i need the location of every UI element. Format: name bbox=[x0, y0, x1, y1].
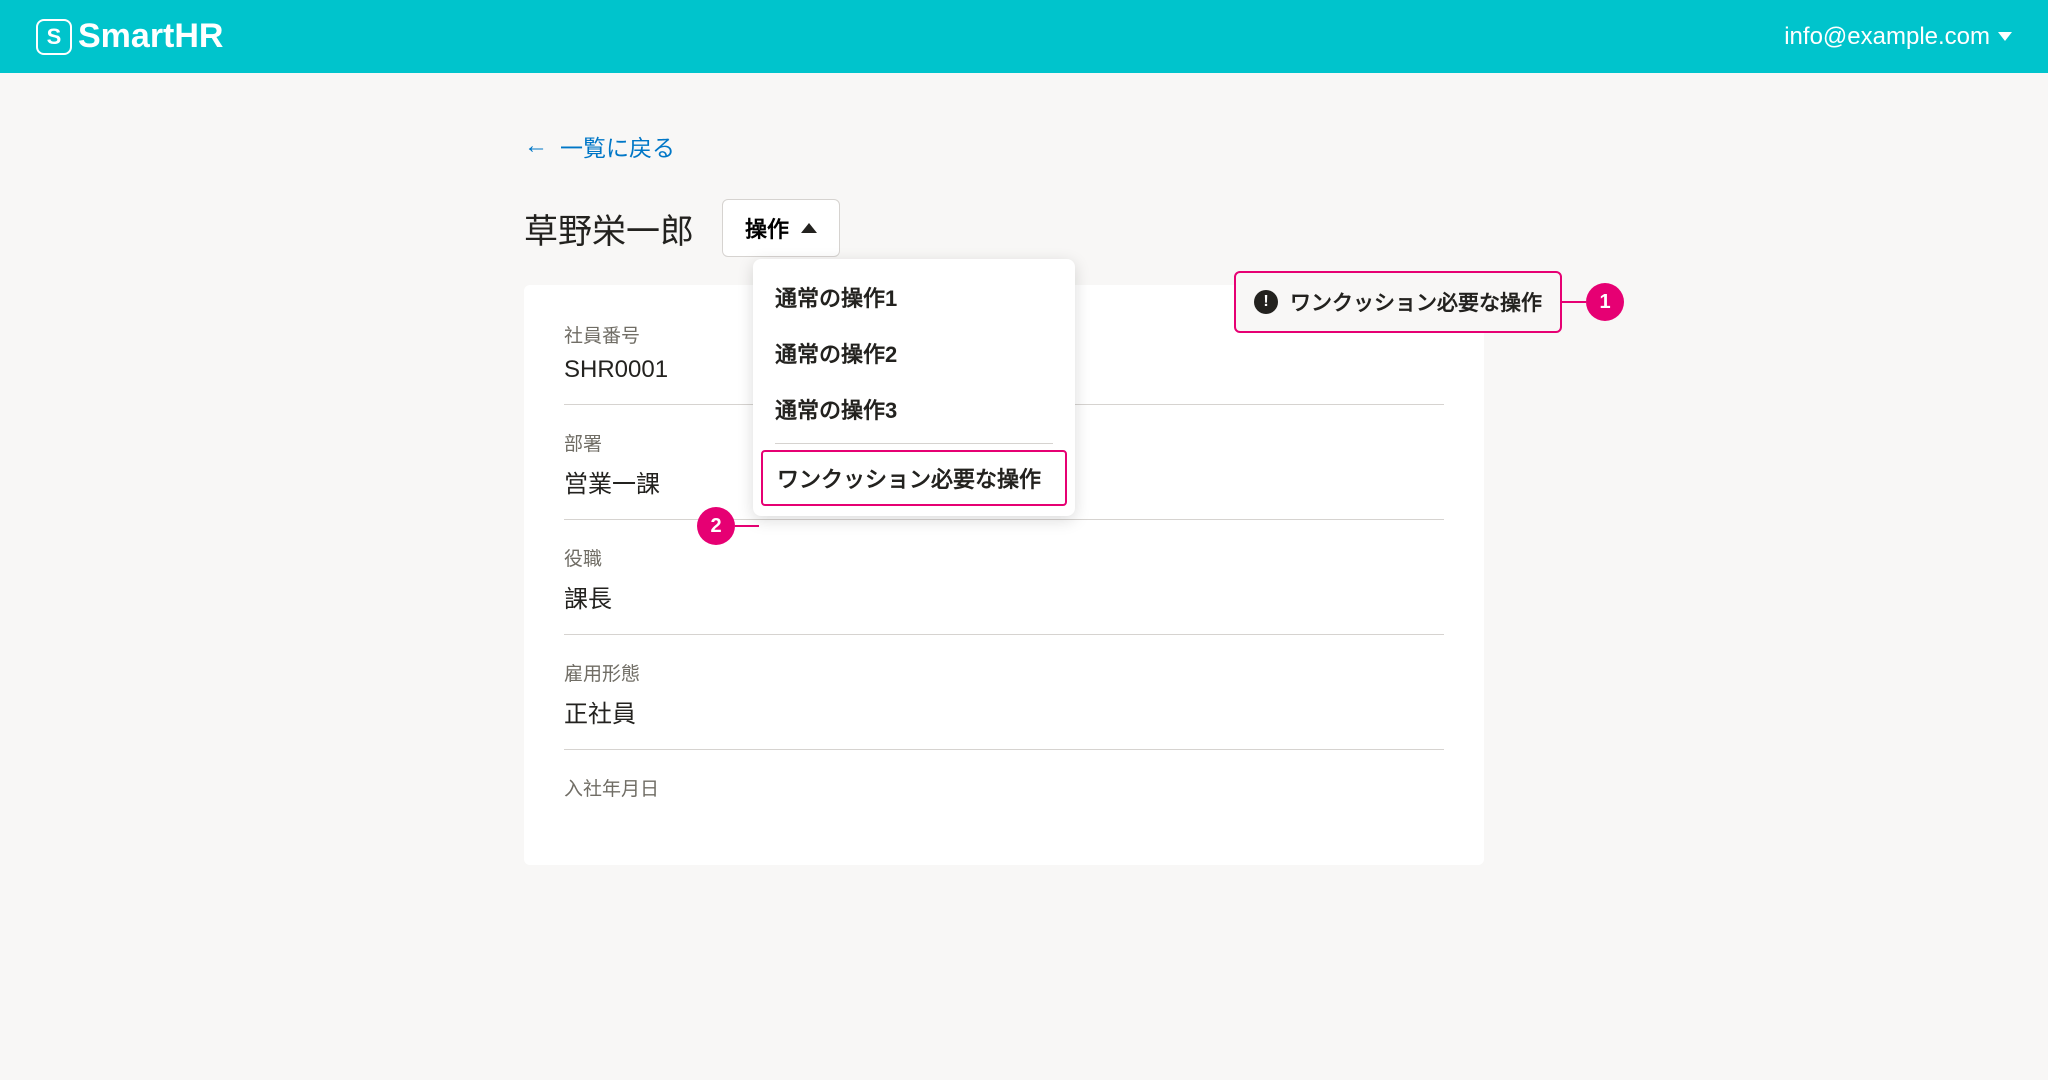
field-position: 役職 課長 bbox=[564, 544, 1444, 635]
annotation-badge-2: 2 bbox=[697, 507, 735, 545]
app-header: S SmartHR info@example.com bbox=[0, 0, 2048, 73]
annotation-badge-1: 1 bbox=[1586, 283, 1624, 321]
annotation-connector bbox=[735, 525, 759, 528]
caret-down-icon bbox=[1998, 32, 2012, 41]
back-link[interactable]: ← 一覧に戻る bbox=[524, 129, 1524, 163]
caret-up-icon bbox=[801, 223, 817, 233]
secondary-button-caution[interactable]: ! ワンクッション必要な操作 bbox=[1234, 271, 1562, 333]
brand-name: SmartHR bbox=[78, 17, 223, 56]
brand-logo-icon: S bbox=[36, 19, 72, 55]
field-employment-type: 雇用形態 正社員 bbox=[564, 659, 1444, 750]
back-link-label: 一覧に戻る bbox=[560, 129, 675, 163]
dropdown-divider bbox=[775, 443, 1053, 444]
title-row: 草野栄一郎 操作 通常の操作1 通常の操作2 通常の操作3 ワンクッション必要な… bbox=[524, 199, 1524, 257]
annotation-callout-1: ! ワンクッション必要な操作 1 bbox=[1234, 271, 1624, 333]
info-icon: ! bbox=[1254, 290, 1278, 314]
field-value: 正社員 bbox=[564, 694, 1444, 729]
action-dropdown-button[interactable]: 操作 bbox=[722, 199, 840, 257]
brand-logo: S SmartHR bbox=[36, 17, 223, 56]
callout-text: ワンクッション必要な操作 bbox=[1290, 287, 1542, 317]
arrow-left-icon: ← bbox=[524, 132, 548, 160]
field-label: 入社年月日 bbox=[564, 774, 1444, 801]
main-content: ← 一覧に戻る 草野栄一郎 操作 通常の操作1 通常の操作2 通常の操作3 ワン… bbox=[524, 73, 1524, 865]
user-menu[interactable]: info@example.com bbox=[1784, 23, 2012, 51]
field-hire-date: 入社年月日 bbox=[564, 774, 1444, 829]
action-dropdown-menu: 通常の操作1 通常の操作2 通常の操作3 ワンクッション必要な操作 bbox=[753, 259, 1075, 516]
action-button-label: 操作 bbox=[745, 212, 789, 244]
dropdown-item-caution[interactable]: ワンクッション必要な操作 bbox=[761, 450, 1067, 506]
dropdown-item[interactable]: 通常の操作1 bbox=[753, 269, 1075, 325]
page-title: 草野栄一郎 bbox=[524, 204, 694, 253]
field-value: 課長 bbox=[564, 579, 1444, 614]
field-label: 雇用形態 bbox=[564, 659, 1444, 686]
field-label: 役職 bbox=[564, 544, 1444, 571]
dropdown-item[interactable]: 通常の操作2 bbox=[753, 325, 1075, 381]
user-email: info@example.com bbox=[1784, 23, 1990, 51]
annotation-connector bbox=[1562, 301, 1586, 304]
annotation-callout-2: 2 bbox=[697, 507, 759, 545]
dropdown-item[interactable]: 通常の操作3 bbox=[753, 381, 1075, 437]
